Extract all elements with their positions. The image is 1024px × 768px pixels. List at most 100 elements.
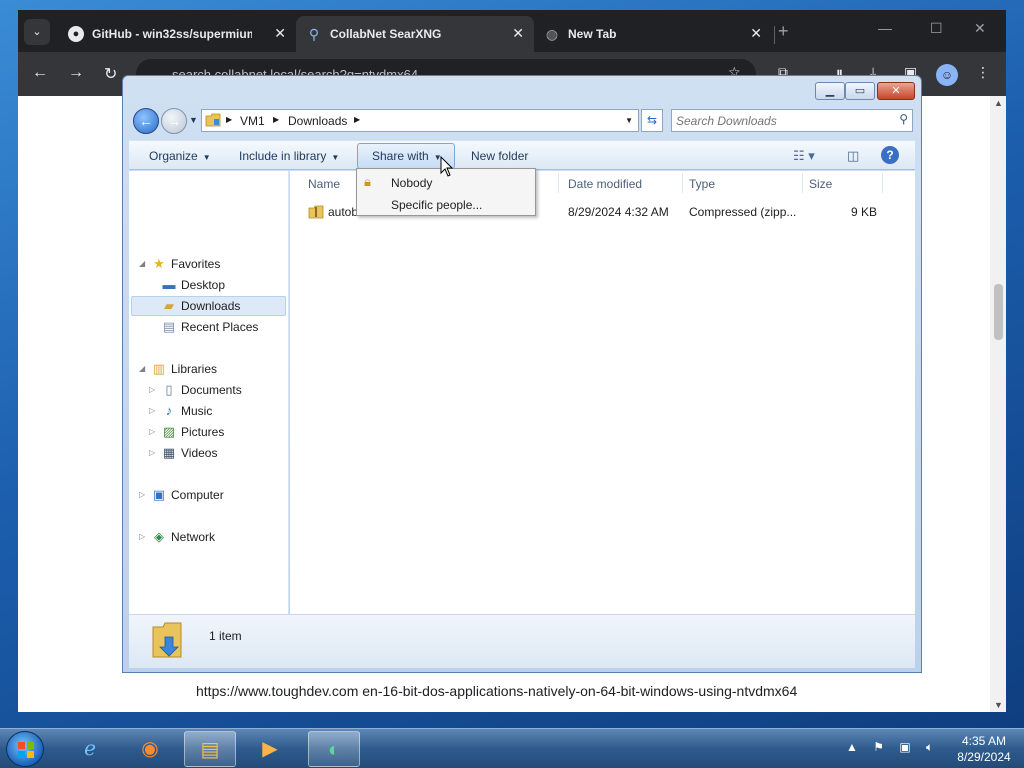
column-header-size[interactable]: Size [809, 177, 832, 191]
expand-arrow-icon[interactable]: ▷ [139, 532, 145, 541]
view-options-icon[interactable]: ☷ ▾ [793, 148, 815, 164]
chromium-browser-icon[interactable]: ◐ [308, 731, 360, 767]
back-arrow-icon[interactable]: ← [32, 64, 48, 82]
breadcrumb-vm1[interactable]: VM1 [240, 114, 265, 128]
close-tab-icon[interactable]: ✕ [512, 25, 524, 42]
media-player-icon[interactable]: ▶ [244, 731, 296, 767]
nav-label: Videos [181, 446, 218, 460]
preview-pane-icon[interactable]: ◫ [847, 148, 859, 164]
network-status-icon[interactable]: ▣ [899, 740, 916, 754]
column-header-date-modified[interactable]: Date modified [568, 177, 642, 191]
tab-new-tab[interactable]: ◍ New Tab ✕ [534, 16, 772, 52]
chevron-down-icon[interactable]: ▼ [625, 116, 633, 125]
lock-icon: 🔒︎ [364, 174, 371, 189]
share-with-label: Share with [372, 149, 429, 163]
nav-label: Documents [181, 383, 242, 397]
menu-item-specific-people[interactable]: Specific people... [357, 193, 535, 215]
item-count: 1 item [209, 629, 242, 643]
expand-arrow-icon[interactable]: ▷ [149, 406, 155, 415]
column-separator[interactable] [558, 173, 559, 193]
forward-arrow-icon[interactable]: → [68, 64, 84, 82]
column-header-type[interactable]: Type [689, 177, 715, 191]
tab-searxng[interactable]: ⚲ CollabNet SearXNG ✕ [296, 16, 534, 52]
close-icon[interactable]: ✕ [877, 82, 915, 100]
profile-avatar-icon[interactable]: ☺ [936, 64, 958, 86]
include-in-library-button[interactable]: Include in library ▼ [239, 149, 339, 163]
firefox-icon[interactable]: ◉ [124, 731, 176, 767]
search-icon: ⚲ [308, 26, 320, 42]
mouse-cursor-icon [440, 156, 454, 177]
share-with-button[interactable]: Share with ▼ [372, 149, 442, 163]
include-in-library-label: Include in library [239, 149, 327, 163]
search-icon[interactable]: ⚲ [899, 112, 908, 126]
clock-time: 4:35 AM [961, 734, 1007, 748]
windows-explorer-icon[interactable]: ▤ [184, 731, 236, 767]
expand-arrow-icon[interactable]: ▷ [139, 490, 145, 499]
star-icon: ★ [153, 256, 165, 271]
page-scrollbar[interactable]: ▲ ▼ [990, 96, 1006, 712]
system-clock[interactable]: 4:35 AM 8/29/2024 [946, 733, 1022, 765]
pictures-icon: ▨ [162, 424, 176, 439]
history-dropdown-icon[interactable]: ▼ [189, 115, 198, 125]
search-box: ⚲ [671, 109, 913, 132]
tab-separator [774, 26, 775, 44]
column-separator[interactable] [682, 173, 683, 193]
chevron-down-icon: ▼ [202, 153, 211, 162]
file-size: 9 KB [851, 205, 878, 219]
collapse-arrow-icon[interactable]: ◢ [139, 364, 145, 373]
expand-arrow-icon[interactable]: ▷ [149, 385, 155, 394]
volume-muted-icon[interactable]: 🔈︎ [926, 740, 939, 754]
computer-icon: ▣ [152, 487, 166, 502]
close-tab-icon[interactable]: ✕ [750, 25, 762, 42]
scroll-down-icon[interactable]: ▼ [994, 700, 1003, 710]
maximize-icon[interactable]: ▭ [845, 82, 875, 100]
nav-label: Desktop [181, 278, 226, 292]
windows-logo-icon [18, 742, 34, 758]
start-button[interactable] [6, 731, 44, 767]
menu-kebab-icon[interactable]: ⋮ [976, 64, 990, 81]
tab-search-icon[interactable]: ⌄ [24, 19, 50, 45]
new-tab-icon[interactable]: + [778, 21, 789, 42]
minimize-icon[interactable]: — [878, 20, 892, 36]
column-separator[interactable] [882, 173, 883, 193]
nav-label: Favorites [171, 257, 221, 271]
chevron-down-icon: ▼ [331, 153, 340, 162]
menu-item-label: Nobody [391, 176, 433, 190]
show-hidden-icons-icon[interactable]: ▲ [846, 740, 864, 754]
nav-label: Pictures [181, 425, 225, 439]
tray-icons: ▲ ⚑ ▣ 🔈︎ [846, 740, 939, 755]
organize-button[interactable]: Organize ▼ [149, 149, 211, 163]
expand-arrow-icon[interactable]: ▷ [149, 427, 155, 436]
maximize-icon[interactable]: ☐ [930, 20, 943, 37]
column-separator[interactable] [802, 173, 803, 193]
tab-github[interactable]: ● GitHub - win32ss/supermium: ... ✕ [58, 16, 296, 52]
refresh-icon[interactable]: ⇆ [641, 109, 663, 132]
scroll-up-icon[interactable]: ▲ [994, 98, 1003, 108]
help-icon[interactable]: ? [881, 146, 899, 164]
chevron-right-icon[interactable]: ▶ [354, 115, 360, 124]
chevron-right-icon[interactable]: ▶ [273, 115, 279, 124]
close-window-icon[interactable]: ✕ [974, 20, 986, 37]
minimize-icon[interactable]: ▁ [815, 82, 845, 100]
column-header-name[interactable]: Name [308, 177, 340, 191]
breadcrumb-downloads[interactable]: Downloads [288, 114, 347, 128]
chevron-right-icon[interactable]: ▶ [226, 115, 232, 124]
expand-arrow-icon[interactable]: ▷ [149, 448, 155, 457]
downloads-folder-icon [152, 622, 182, 658]
new-folder-button[interactable]: New folder [471, 149, 528, 163]
desktop-icon: ▬ [162, 277, 176, 292]
system-tray: ▲ ⚑ ▣ 🔈︎ 4:35 AM 8/29/2024 [846, 729, 1024, 768]
breadcrumb[interactable]: ▶ VM1 ▶ Downloads ▶ ▼ [201, 109, 639, 132]
collapse-arrow-icon[interactable]: ◢ [139, 259, 145, 268]
search-input[interactable] [676, 112, 886, 129]
tab-strip: ⌄ ● GitHub - win32ss/supermium: ... ✕ ⚲ … [18, 10, 1006, 52]
libraries-icon: ▥ [152, 361, 166, 376]
scrollbar-thumb[interactable] [994, 284, 1003, 340]
close-tab-icon[interactable]: ✕ [274, 25, 286, 42]
back-arrow-icon[interactable]: ← [133, 108, 159, 134]
action-center-flag-icon[interactable]: ⚑ [873, 740, 890, 754]
reload-icon[interactable]: ↻ [104, 64, 117, 84]
forward-arrow-icon[interactable]: → [161, 108, 187, 134]
nav-label: Downloads [181, 299, 241, 313]
internet-explorer-icon[interactable]: ℯ [64, 731, 116, 767]
